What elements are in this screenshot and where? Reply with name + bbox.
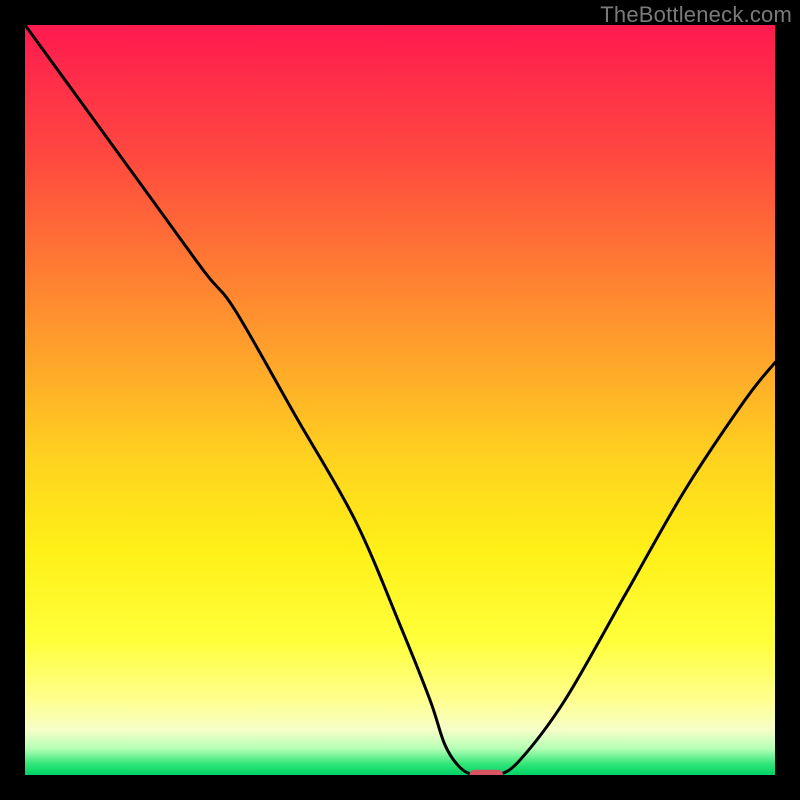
optimal-marker — [469, 770, 503, 775]
chart-frame: TheBottleneck.com — [0, 0, 800, 800]
plot-area — [25, 25, 775, 775]
chart-svg — [25, 25, 775, 775]
bottleneck-curve — [25, 25, 775, 775]
watermark-text: TheBottleneck.com — [600, 2, 792, 28]
